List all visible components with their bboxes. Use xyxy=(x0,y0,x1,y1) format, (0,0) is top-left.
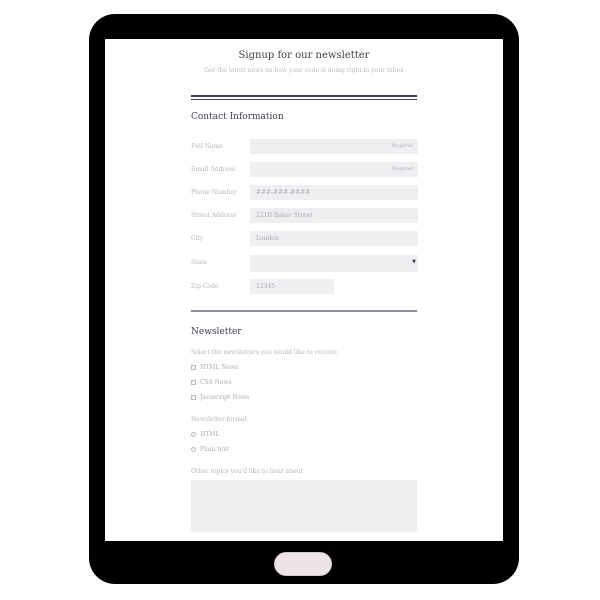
tablet-screen: Signup for our newsletter Get the latest… xyxy=(105,39,503,541)
phone-placeholder: ###-###-#### xyxy=(256,189,311,196)
email-label: Email Address xyxy=(191,166,235,173)
header-divider xyxy=(191,95,417,100)
state-label: State xyxy=(191,259,208,266)
zip-code-placeholder: 12345 xyxy=(256,283,276,290)
full-name-required-note: Required xyxy=(392,144,413,149)
newsletter-section-title: Newsletter xyxy=(191,327,242,337)
phone-field[interactable]: ###-###-#### xyxy=(250,185,418,200)
javascript-news-label: Javascript News xyxy=(200,394,250,401)
zip-code-label: Zip Code xyxy=(191,283,219,290)
html-news-checkbox[interactable] xyxy=(191,365,196,370)
street-address-field[interactable]: 221B Baker Street xyxy=(250,208,418,223)
email-field[interactable]: Required xyxy=(250,162,418,177)
email-required-note: Required xyxy=(392,167,413,172)
full-name-field[interactable]: Required xyxy=(250,139,418,154)
newsletter-format-prompt: Newsletter format xyxy=(191,416,248,423)
css-news-checkbox[interactable] xyxy=(191,380,196,385)
city-field[interactable]: London xyxy=(250,231,418,246)
javascript-news-checkbox[interactable] xyxy=(191,395,196,400)
chevron-down-icon: ▼ xyxy=(412,259,416,265)
form-subtitle: Get the latest news on how your code is … xyxy=(204,67,404,74)
street-address-label: Street Address xyxy=(191,212,237,219)
zip-code-field[interactable]: 12345 xyxy=(250,279,334,294)
home-button[interactable] xyxy=(274,552,332,576)
contact-section-title: Contact Information xyxy=(191,112,284,122)
format-html-label: HTML xyxy=(200,431,220,438)
other-topics-textarea[interactable] xyxy=(191,480,417,532)
other-topics-prompt: Other topics you'd like to hear about xyxy=(191,468,303,475)
city-label: City xyxy=(191,235,204,242)
css-news-label: CSS News xyxy=(200,379,232,386)
phone-label: Phone Number xyxy=(191,189,237,196)
format-html-radio[interactable] xyxy=(191,432,196,437)
section-divider xyxy=(191,310,417,312)
form-title: Signup for our newsletter xyxy=(238,50,370,61)
format-plain-text-label: Plain text xyxy=(200,446,229,453)
street-address-placeholder: 221B Baker Street xyxy=(256,212,313,219)
format-plain-text-radio[interactable] xyxy=(191,447,196,452)
newsletter-select-prompt: Select the newsletters you would like to… xyxy=(191,349,337,356)
city-placeholder: London xyxy=(256,235,279,242)
tablet-frame: Signup for our newsletter Get the latest… xyxy=(89,14,519,584)
html-news-label: HTML News xyxy=(200,364,239,371)
state-select[interactable]: ▼ xyxy=(250,255,418,272)
full-name-label: Full Name xyxy=(191,143,223,150)
